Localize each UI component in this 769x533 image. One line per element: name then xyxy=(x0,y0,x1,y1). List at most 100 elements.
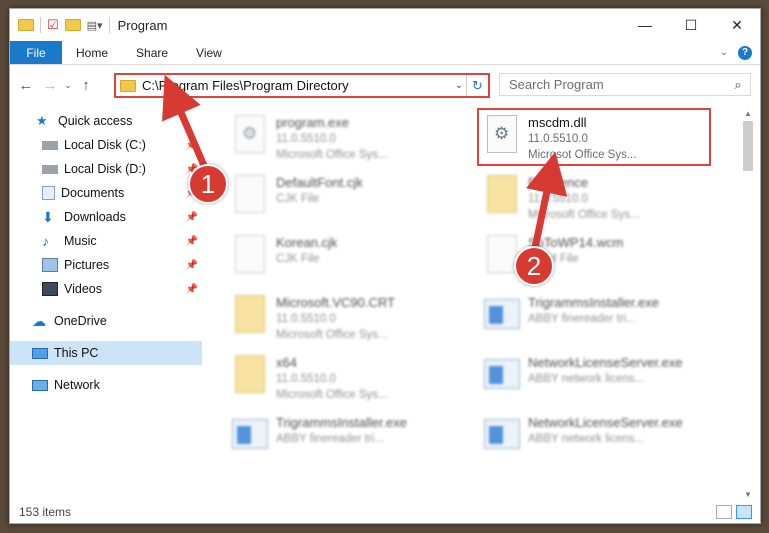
file-description: ABBY finereader tri... xyxy=(276,433,384,445)
refresh-icon[interactable]: ↻ xyxy=(466,75,488,96)
pictures-icon xyxy=(42,258,58,272)
list-item[interactable]: TrigrammsInstaller.exe ABBY finereader t… xyxy=(478,291,718,349)
customize-toolbar-icon[interactable]: ▤▾ xyxy=(87,19,103,32)
onedrive-icon: ☁ xyxy=(32,313,46,329)
sidebar-item-documents[interactable]: Documents 📌 xyxy=(10,181,202,205)
properties-icon[interactable]: ☑ xyxy=(47,17,59,33)
list-item[interactable]: NetworkLicenseServer.exe ABBY network li… xyxy=(478,351,718,409)
sidebar-item-onedrive[interactable]: ☁ OneDrive xyxy=(10,309,202,333)
minimize-button[interactable]: — xyxy=(622,9,668,41)
expand-ribbon-icon[interactable]: ⌄ xyxy=(720,47,728,58)
search-box[interactable]: Search Program ⌕ xyxy=(499,73,751,96)
sidebar-item-quick-access[interactable]: ★ Quick access xyxy=(10,109,202,133)
recent-locations-icon[interactable]: ⌄ xyxy=(62,80,74,91)
list-item[interactable]: x64 11.0.5510.0 Microsoft Office Sys... xyxy=(226,351,466,409)
close-button[interactable]: ✕ xyxy=(714,9,760,41)
file-name: Reference xyxy=(528,175,588,190)
pin-icon[interactable]: 📌 xyxy=(186,260,198,271)
file-description: Microsoft Office Sys... xyxy=(528,209,640,221)
tiles-view-icon[interactable] xyxy=(736,505,752,519)
window-title: Program xyxy=(117,17,168,33)
file-name: program.exe xyxy=(276,115,349,130)
folder-icon xyxy=(235,355,265,393)
application-icon xyxy=(232,419,268,449)
vertical-scrollbar[interactable]: ▲ ▼ xyxy=(742,109,754,499)
file-description: ABBY network licens... xyxy=(528,373,645,385)
file-name: Microsoft.VC90.CRT xyxy=(276,295,395,310)
sidebar-item-label: Pictures xyxy=(64,258,110,272)
sidebar-item-pictures[interactable]: Pictures 📌 xyxy=(10,253,202,277)
list-item[interactable]: Korean.cjk CJK File xyxy=(226,231,466,289)
address-bar[interactable]: C:\Program Files\Program Directory ⌄ ↻ xyxy=(114,73,490,98)
file-highlight-box xyxy=(477,108,711,166)
scrollbar-thumb[interactable] xyxy=(743,121,753,171)
file-icon xyxy=(235,235,265,273)
tab-file[interactable]: File xyxy=(10,41,62,64)
file-version: 11.0.5510.0 xyxy=(276,133,336,145)
help-icon[interactable]: ? xyxy=(738,45,752,60)
file-name: TrigrammsInstaller.exe xyxy=(276,415,407,430)
file-icon xyxy=(487,235,517,273)
network-icon xyxy=(32,379,48,391)
pin-icon[interactable]: 📌 xyxy=(186,284,198,295)
navigation-pane: ★ Quick access Local Disk (C:) 📌 Local D… xyxy=(10,109,202,504)
sidebar-item-videos[interactable]: Videos 📌 xyxy=(10,277,202,301)
list-item[interactable]: program.exe 11.0.5510.0 Microsoft Office… xyxy=(226,111,466,169)
list-item[interactable]: TrigrammsInstaller.exe ABBY finereader t… xyxy=(226,411,466,469)
new-folder-icon[interactable] xyxy=(64,19,81,31)
quick-access-toolbar: ☑ ▤▾ xyxy=(18,17,110,33)
file-name: TrigrammsInstaller.exe xyxy=(528,295,659,310)
details-view-icon[interactable] xyxy=(716,505,732,519)
address-dropdown-icon[interactable]: ⌄ xyxy=(452,80,466,91)
folder-icon xyxy=(487,175,517,213)
step-callout-2: 2 xyxy=(514,246,554,286)
sidebar-item-label: Videos xyxy=(64,282,102,296)
application-icon xyxy=(484,359,520,389)
search-icon[interactable]: ⌕ xyxy=(726,77,750,93)
file-name: Korean.cjk xyxy=(276,235,338,250)
pin-icon[interactable]: 📌 xyxy=(186,236,198,247)
sidebar-item-this-pc[interactable]: This PC xyxy=(10,341,202,365)
sidebar-item-downloads[interactable]: ⬇ Downloads 📌 xyxy=(10,205,202,229)
file-description: Microsoft Office Sys... xyxy=(276,149,388,161)
file-type: CJK File xyxy=(276,193,320,205)
sidebar-item-label: Quick access xyxy=(58,114,133,128)
file-version: 11.0.5510.0 xyxy=(528,193,588,205)
scroll-down-icon[interactable]: ▼ xyxy=(742,490,754,499)
list-item[interactable]: DefaultFont.cjk CJK File xyxy=(226,171,466,229)
divider xyxy=(108,17,110,33)
scroll-up-icon[interactable]: ▲ xyxy=(742,109,754,118)
title-bar: ☑ ▤▾ Program — ☐ ✕ xyxy=(10,9,760,41)
back-button[interactable]: ← xyxy=(14,77,38,94)
file-version: 11.0.5510.0 xyxy=(276,313,336,325)
status-bar: 153 items xyxy=(10,501,760,523)
sidebar-item-local-disk-d[interactable]: Local Disk (D:) 📌 xyxy=(10,157,202,181)
list-item[interactable]: NetworkLicenseServer.exe ABBY network li… xyxy=(478,411,718,469)
file-type: CJK File xyxy=(276,253,320,265)
file-name: NetworkLicenseServer.exe xyxy=(528,355,683,370)
list-item[interactable]: Microsoft.VC90.CRT 11.0.5510.0 Microsoft… xyxy=(226,291,466,349)
sidebar-item-music[interactable]: ♪ Music 📌 xyxy=(10,229,202,253)
sidebar-item-label: Local Disk (C:) xyxy=(64,138,146,152)
folder-icon xyxy=(18,19,34,31)
application-icon xyxy=(484,419,520,449)
file-description: ABBY network licens... xyxy=(528,433,645,445)
tab-share[interactable]: Share xyxy=(122,41,182,64)
file-description: Microsoft Office Sys... xyxy=(276,389,388,401)
forward-button[interactable]: → xyxy=(38,77,62,94)
maximize-button[interactable]: ☐ xyxy=(668,9,714,41)
up-button[interactable]: ↑ xyxy=(74,77,98,94)
file-name: NetworkLicenseServer.exe xyxy=(528,415,683,430)
list-item[interactable]: Reference 11.0.5510.0 Microsoft Office S… xyxy=(478,171,718,229)
sidebar-item-label: Music xyxy=(64,234,97,248)
address-path[interactable]: C:\Program Files\Program Directory xyxy=(142,78,452,93)
pin-icon[interactable]: 📌 xyxy=(186,140,198,151)
tab-home[interactable]: Home xyxy=(62,41,122,64)
sidebar-item-label: OneDrive xyxy=(54,314,107,328)
search-input[interactable]: Search Program xyxy=(509,77,726,92)
file-description: Microsoft Office Sys... xyxy=(276,329,388,341)
pin-icon[interactable]: 📌 xyxy=(186,212,198,223)
tab-view[interactable]: View xyxy=(182,41,236,64)
sidebar-item-network[interactable]: Network xyxy=(10,373,202,397)
sidebar-item-local-disk-c[interactable]: Local Disk (C:) 📌 xyxy=(10,133,202,157)
